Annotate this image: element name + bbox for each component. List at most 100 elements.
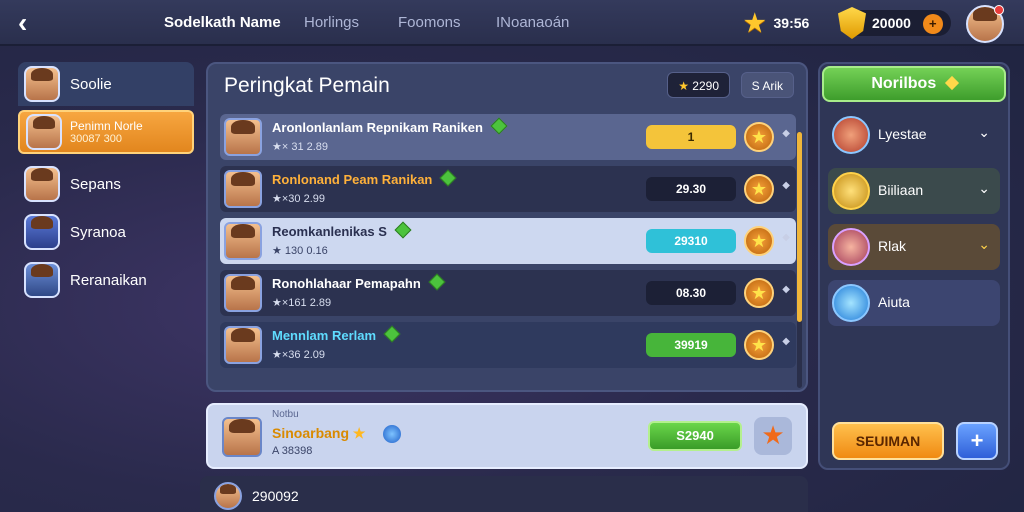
my-rank-panel[interactable]: Notbu Sinoarbang ★ A 38398 S2940 ★: [206, 403, 808, 469]
star-coin-icon[interactable]: ★: [744, 330, 774, 360]
row-name-text: Mennlam Rerlam: [272, 328, 377, 343]
star-icon: ★: [678, 79, 689, 93]
gold-shield-icon: [838, 7, 866, 39]
sidebar-item-3[interactable]: Sepans: [18, 162, 194, 206]
row-name-text: Reomkanlenikas S: [272, 224, 387, 239]
star-coin-icon[interactable]: ★: [744, 226, 774, 256]
score-pill-value: 2290: [692, 79, 719, 93]
table-row[interactable]: Aronlonlanlam Repnikam Raniken ★× 31 2.89…: [220, 114, 796, 160]
my-rank-name-text: Sinoarbang: [272, 425, 350, 441]
row-avatar: [224, 170, 262, 208]
gem-icon: [428, 273, 446, 291]
bottom-avatar: [214, 482, 242, 510]
leaderboard-panel: Peringkat Pemain ★ 2290 S Arik Aronlonla…: [206, 62, 808, 392]
friend-label: Aiuta: [878, 294, 910, 310]
scrollbar[interactable]: [797, 132, 802, 388]
table-row[interactable]: Ronlonand Peam Ranikan ★×30 2.99 29.30 ★ ◆: [220, 166, 796, 212]
tab-announcements[interactable]: INoanaoán: [496, 14, 569, 31]
friend-item-2[interactable]: Biiliaan ⌄: [828, 168, 1000, 214]
my-rank-tag: Notbu: [272, 409, 299, 420]
tab-profile[interactable]: Sodelkath Name: [164, 14, 281, 31]
sidebar-item-label: Soolie: [70, 75, 112, 93]
friend-label: Lyestae: [878, 126, 927, 142]
row-avatar: [224, 118, 262, 156]
gem-icon: [944, 75, 959, 91]
star-icon: ★: [352, 425, 366, 441]
gem-icon: [383, 325, 401, 343]
sidebar-avatar: [26, 114, 62, 150]
scroll-thumb[interactable]: [797, 132, 802, 322]
sidebar-item-label: Syranoa: [70, 223, 126, 241]
friend-item-3[interactable]: Rlak ⌄: [828, 224, 1000, 270]
sidebar-item-label: Penimn Norle: [70, 119, 143, 133]
friend-avatar: [832, 116, 870, 154]
sidebar-item-2[interactable]: Penimn Norle 30087 300: [18, 110, 194, 154]
row-sub: ★× 31 2.89: [272, 141, 329, 153]
gem-icon: [439, 169, 457, 187]
row-sub: ★ 130 0.16: [272, 245, 328, 257]
table-row[interactable]: Mennlam Rerlam ★×36 2.09 39919 ★ ◆: [220, 322, 796, 368]
row-avatar: [224, 326, 262, 364]
score-pill[interactable]: ★ 2290: [667, 72, 730, 98]
my-rank-name: Sinoarbang ★: [272, 425, 402, 444]
star-coin-icon[interactable]: ★: [744, 174, 774, 204]
row-sub: ★×36 2.09: [272, 349, 325, 361]
add-gold-button[interactable]: +: [922, 14, 943, 34]
row-score: 1: [646, 125, 736, 149]
notification-dot: [994, 5, 1004, 15]
row-score: 39919: [646, 333, 736, 357]
bottom-value: 290092: [252, 488, 299, 504]
sidebar-item-4[interactable]: Syranoa: [18, 210, 194, 254]
friend-item-4[interactable]: Aiuta: [828, 280, 1000, 326]
star-coin-icon[interactable]: ★: [744, 278, 774, 308]
add-friend-button[interactable]: +: [956, 422, 998, 460]
row-sub: ★×30 2.99: [272, 193, 325, 205]
friend-item-1[interactable]: Lyestae ⌄: [828, 112, 1000, 158]
chevron-down-icon: ⌄: [978, 236, 990, 252]
gold-count: 20000: [872, 15, 911, 31]
my-score: S2940: [648, 421, 742, 451]
friends-header[interactable]: Norilbos: [822, 66, 1006, 102]
chevron-down-icon: ⌄: [978, 180, 990, 196]
sort-button[interactable]: S Arik: [740, 72, 794, 98]
row-avatar: [224, 274, 262, 312]
arrow-icon: ◆: [782, 180, 790, 191]
row-name: Ronlonand Peam Ranikan: [272, 169, 457, 187]
sidebar-avatar: [24, 66, 60, 102]
star-icon[interactable]: ★: [754, 417, 792, 455]
top-bar: ‹ Sodelkath Name Horlings Foomons INoana…: [0, 0, 1024, 46]
star-counter: ★ 39:56: [744, 8, 809, 38]
row-name-text: Aronlonlanlam Repnikam Raniken: [272, 120, 483, 135]
my-rank-sub: A 38398: [272, 445, 313, 457]
row-score: 29.30: [646, 177, 736, 201]
gem-icon: [394, 221, 412, 239]
table-row[interactable]: Reomkanlenikas S ★ 130 0.16 29310 ★ ◆: [220, 218, 796, 264]
back-arrow-icon[interactable]: ‹: [18, 8, 46, 38]
tab-friends[interactable]: Foomons: [398, 14, 461, 31]
sidebar-item-5[interactable]: Reranaikan: [18, 258, 194, 302]
friends-header-label: Norilbos: [871, 75, 937, 92]
row-name: Aronlonlanlam Repnikam Raniken: [272, 117, 508, 135]
orange-action-button[interactable]: SEUIMAN: [832, 422, 944, 460]
chevron-down-icon: ⌄: [978, 124, 990, 140]
row-sub: ★×161 2.89: [272, 297, 332, 309]
row-name: Reomkanlenikas S: [272, 221, 412, 239]
blue-orb-icon: [383, 425, 402, 444]
friend-label: Biiliaan: [878, 182, 924, 198]
gem-icon: [490, 117, 508, 135]
sidebar-item-sub: 30087 300: [70, 133, 122, 145]
star-icon: ★: [744, 9, 766, 37]
row-name: Ronohlahaar Pemapahn: [272, 273, 446, 291]
arrow-icon: ◆: [782, 284, 790, 295]
gold-pill: 20000 +: [838, 7, 951, 39]
star-coin-icon[interactable]: ★: [744, 122, 774, 152]
sidebar-item-label: Sepans: [70, 175, 121, 193]
arrow-icon: ◆: [782, 336, 790, 347]
arrow-icon: ◆: [782, 128, 790, 139]
friend-avatar: [832, 172, 870, 210]
sidebar-item-1[interactable]: Soolie: [18, 62, 194, 106]
table-row[interactable]: Ronohlahaar Pemapahn ★×161 2.89 08.30 ★ ◆: [220, 270, 796, 316]
tab-rankings[interactable]: Horlings: [304, 14, 359, 31]
gold-counter: 20000 +: [838, 7, 951, 39]
friends-panel: Norilbos Lyestae ⌄ Biiliaan ⌄ Rlak ⌄ Aiu…: [818, 62, 1010, 470]
